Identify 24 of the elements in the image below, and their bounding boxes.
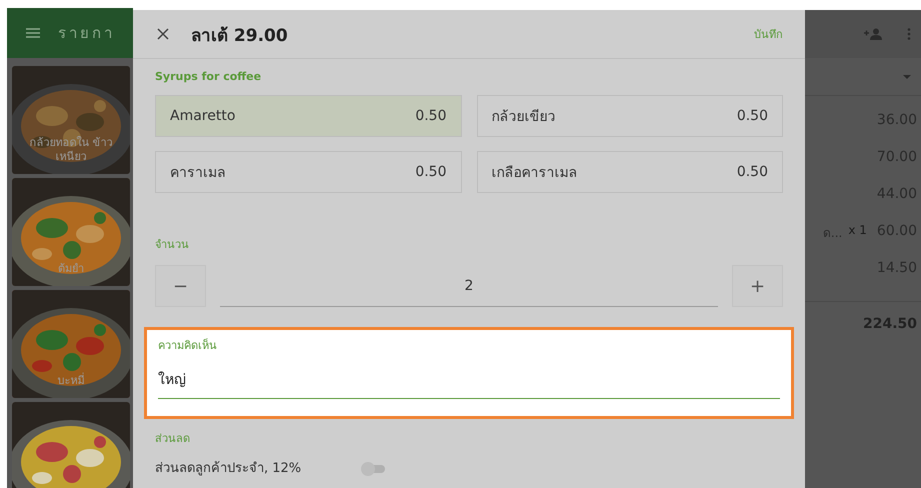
quantity-field[interactable]: 2 [220,265,718,307]
discount-label: ส่วนลดลูกค้าประจำ, 12% [155,461,302,477]
more-icon[interactable] [907,28,911,40]
plus-button[interactable]: + [732,265,783,307]
modifier-option[interactable]: เกลือคาราเมล 0.50 [476,151,783,193]
comment-field[interactable]: ความคิดเห็น ใหญ่ [144,327,794,419]
order-item-quantity: x 1 [848,223,867,237]
app-title: รายกา [58,23,115,44]
modifier-option[interactable]: Amaretto 0.50 [155,95,462,137]
add-person-icon[interactable] [863,28,883,40]
menu-item-name: ต้มยำ [57,262,85,276]
dropdown-icon[interactable] [903,74,911,78]
section-label: Syrups for coffee [155,70,262,83]
section-label: จำนวน [155,237,190,253]
menu-item-name: บะหมี่ [56,374,86,388]
minus-button[interactable]: − [155,265,206,307]
toggle-switch[interactable] [361,462,388,476]
section-label: ส่วนลด [155,431,191,447]
dialog-title: ลาเต้ 29.00 [191,24,289,48]
modifier-option[interactable]: คาราเมล 0.50 [155,151,462,193]
close-icon[interactable] [157,28,169,40]
menu-item-name: กล้วยทอดใน ข้าวเหนียว [28,136,114,164]
modifier-option[interactable]: กล้วยเขียว 0.50 [476,95,783,137]
menu-icon[interactable] [26,28,40,38]
